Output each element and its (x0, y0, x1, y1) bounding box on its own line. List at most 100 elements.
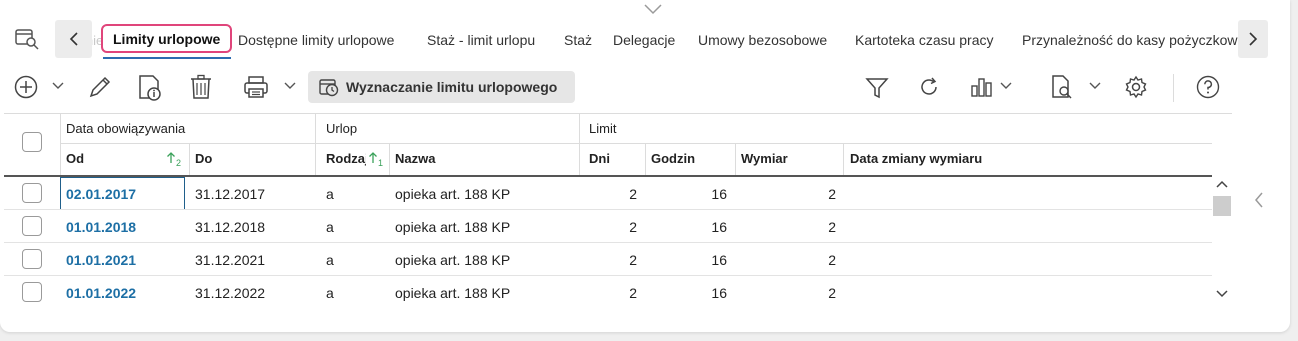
tab-delegacje[interactable]: Delegacje (613, 32, 675, 48)
select-all-checkbox[interactable] (22, 132, 42, 152)
edit-button[interactable] (88, 75, 112, 99)
wyznaczanie-limitu-button[interactable]: Wyznaczanie limitu urlopowego (308, 71, 575, 103)
tab-dostepne-limity[interactable]: Dostępne limity urlopowe (238, 32, 394, 48)
column-header-rodzaj[interactable]: Rodzaj (326, 151, 366, 166)
delete-icon (191, 74, 211, 99)
cell-od[interactable]: 01.01.2022 (66, 285, 136, 301)
scroll-down-icon[interactable] (1216, 290, 1228, 298)
column-header-do[interactable]: Do (195, 151, 212, 166)
help-button[interactable] (1196, 75, 1220, 99)
chevron-down-icon (1089, 82, 1101, 89)
sort-asc-icon[interactable] (368, 151, 378, 170)
cell-od[interactable]: 01.01.2018 (66, 219, 136, 235)
chart-icon (971, 78, 992, 97)
sort-asc-icon[interactable] (166, 151, 176, 170)
tab-staz-limit-urlopu[interactable]: Staż - limit urlopu (427, 32, 535, 48)
row-checkbox[interactable] (22, 216, 42, 236)
refresh-button[interactable] (918, 76, 940, 98)
cell-od[interactable]: 02.01.2017 (66, 186, 136, 202)
chevron-down-icon (52, 82, 64, 89)
group-header-data-obowiazywania: Data obowiązywania (66, 121, 186, 136)
chart-dropdown-button[interactable] (1000, 82, 1012, 90)
column-header-data-zmiany[interactable]: Data zmiany wymiaru (850, 151, 982, 166)
column-header-od[interactable]: Od (66, 151, 84, 166)
side-panel-toggle[interactable] (1253, 190, 1265, 215)
add-icon (14, 75, 38, 99)
help-icon (1196, 75, 1220, 99)
table-row[interactable]: 02.01.2017 31.12.2017 a opieka art. 188 … (4, 177, 1212, 210)
filter-icon (865, 78, 889, 99)
tab-scroll-right-button[interactable] (1238, 20, 1268, 58)
cell-godzin: 16 (711, 285, 727, 301)
col-divider (645, 144, 646, 175)
column-header-godzin[interactable]: Godzin (651, 151, 695, 166)
sort-order-rodzaj: 1 (378, 158, 384, 168)
scrollbar-thumb[interactable] (1213, 196, 1231, 216)
tab-limity-urlopowe[interactable]: Limity urlopowe (101, 24, 233, 53)
cell-rodzaj: a (326, 219, 334, 235)
calculate-limit-icon (319, 79, 339, 97)
active-tab-underline (103, 57, 231, 59)
cell-wymiar: 2 (828, 285, 836, 301)
add-dropdown-button[interactable] (52, 82, 64, 90)
cell-do: 31.12.2021 (195, 252, 266, 268)
add-button[interactable] (14, 75, 40, 101)
history-search-icon[interactable] (14, 28, 40, 55)
wyznaczanie-limitu-label: Wyznaczanie limitu urlopowego (346, 79, 558, 95)
row-checkbox[interactable] (22, 249, 42, 269)
table-row[interactable]: 01.01.2021 31.12.2021 a opieka art. 188 … (4, 243, 1212, 276)
chevron-right-icon (1249, 32, 1258, 46)
column-header-dni[interactable]: Dni (589, 151, 610, 166)
group-header-urlop: Urlop (326, 121, 358, 136)
preview-dropdown-button[interactable] (1089, 82, 1101, 90)
col-divider (315, 114, 316, 175)
settings-button[interactable] (1124, 75, 1148, 99)
group-header-limit: Limit (589, 121, 617, 136)
tab-scroll-left-button[interactable] (55, 20, 92, 58)
table-row[interactable]: 01.01.2022 31.12.2022 a opieka art. 188 … (4, 276, 1212, 309)
cell-godzin: 16 (711, 186, 727, 202)
settings-icon (1125, 75, 1147, 99)
table-row[interactable]: 01.01.2018 31.12.2018 a opieka art. 188 … (4, 210, 1212, 243)
scroll-up-icon[interactable] (1216, 180, 1228, 188)
details-button[interactable] (137, 74, 163, 102)
chevron-left-icon (1255, 192, 1263, 208)
row-checkbox[interactable] (22, 282, 42, 302)
col-divider (389, 144, 390, 175)
toolbar: Wyznaczanie limitu urlopowego (0, 68, 1250, 108)
vertical-scrollbar[interactable] (1212, 176, 1232, 304)
tab-kartoteka-czasu-pracy[interactable]: Kartoteka czasu pracy (855, 32, 994, 48)
print-dropdown-button[interactable] (284, 82, 296, 90)
tab-przynaleznosc-kasa[interactable]: Przynależność do kasy pożyczkowej (1022, 32, 1238, 48)
column-header-nazwa[interactable]: Nazwa (395, 151, 435, 166)
cell-dni: 2 (629, 186, 637, 202)
column-header-wymiar[interactable]: Wymiar (741, 151, 788, 166)
cell-dni: 2 (629, 252, 637, 268)
row-checkbox[interactable] (22, 183, 42, 203)
preview-button[interactable] (1050, 74, 1074, 100)
sort-order-od: 2 (176, 158, 182, 168)
print-button[interactable] (243, 75, 269, 99)
cell-rodzaj: a (326, 252, 334, 268)
delete-button[interactable] (189, 74, 213, 100)
cell-wymiar: 2 (828, 186, 836, 202)
tab-umowy-bezosobowe[interactable]: Umowy bezosobowe (698, 32, 827, 48)
cell-rodzaj: a (326, 285, 334, 301)
preview-icon (1052, 75, 1072, 99)
cell-do: 31.12.2018 (195, 219, 266, 235)
tab-staz[interactable]: Staż (564, 32, 592, 48)
cell-wymiar: 2 (828, 252, 836, 268)
chevron-down-icon (1000, 82, 1012, 89)
cell-nazwa: opieka art. 188 KP (395, 219, 511, 235)
cell-nazwa: opieka art. 188 KP (395, 285, 511, 301)
chevron-left-icon (69, 32, 78, 46)
chart-button[interactable] (970, 76, 994, 98)
cell-nazwa: opieka art. 188 KP (395, 252, 511, 268)
cell-do: 31.12.2022 (195, 285, 266, 301)
refresh-icon (921, 77, 937, 95)
tab-clip: Przynależność do kasy pożyczkowej (1014, 18, 1238, 60)
filter-button[interactable] (865, 76, 889, 100)
cell-od[interactable]: 01.01.2021 (66, 252, 136, 268)
col-divider (189, 144, 190, 175)
data-grid: Data obowiązywania Urlop Limit Od 2 Do R… (4, 113, 1232, 308)
